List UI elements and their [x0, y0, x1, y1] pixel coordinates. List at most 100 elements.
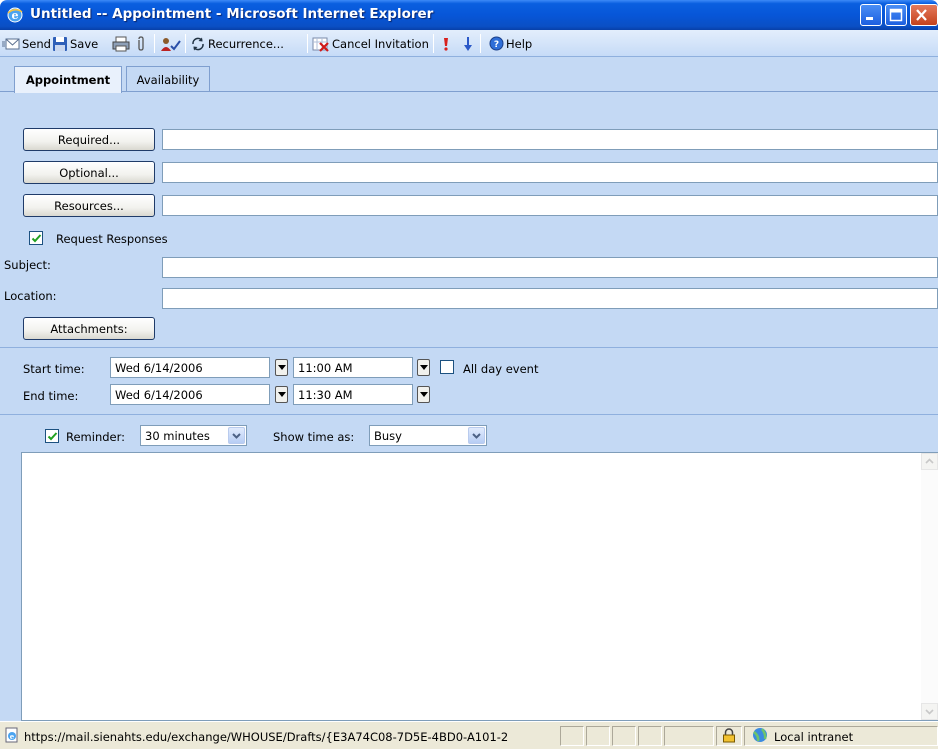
start-time-label: Start time:: [23, 362, 85, 376]
close-icon: [916, 9, 927, 21]
ie-icon: e: [7, 7, 23, 23]
scroll-up-button[interactable]: [921, 453, 938, 470]
minimize-icon: [866, 17, 873, 20]
chevron-down-icon: [278, 365, 286, 370]
optional-input[interactable]: [162, 162, 938, 183]
end-time-value: 11:30 AM: [298, 388, 353, 402]
help-label: Help: [506, 36, 533, 51]
tab-availability[interactable]: Availability: [126, 66, 210, 92]
location-input[interactable]: [162, 288, 938, 309]
save-label: Save: [70, 36, 99, 51]
separator: [0, 414, 938, 415]
title-bar[interactable]: e Untitled -- Appointment - Microsoft In…: [0, 0, 938, 30]
svg-text:e: e: [10, 732, 15, 741]
cancel-invitation-button[interactable]: Cancel Invitation: [312, 33, 429, 54]
start-date-value: Wed 6/14/2006: [115, 361, 203, 375]
status-url: https://mail.sienahts.edu/exchange/WHOUS…: [24, 730, 509, 744]
end-date-dropdown-button[interactable]: [275, 386, 288, 403]
help-button[interactable]: ? Help: [489, 33, 532, 54]
send-icon: [2, 38, 20, 49]
vertical-scrollbar[interactable]: [921, 453, 938, 720]
chevron-down-icon: [925, 709, 934, 715]
recurrence-label: Recurrence...: [208, 36, 284, 51]
tab-strip-border: [0, 91, 938, 92]
print-icon: [112, 36, 130, 51]
show-time-as-label: Show time as:: [273, 430, 355, 444]
status-panel: [560, 726, 584, 746]
toolbar: Send Save Recurrence... Cancel Invitatio…: [0, 30, 938, 57]
all-day-event-label: All day event: [463, 362, 539, 376]
subject-input[interactable]: [162, 257, 938, 278]
recurrence-button[interactable]: Recurrence...: [190, 33, 284, 54]
minimize-button[interactable]: [860, 4, 882, 26]
chevron-down-icon: [468, 427, 485, 444]
status-bar: e https://mail.sienahts.edu/exchange/WHO…: [0, 721, 938, 749]
attach-button[interactable]: [135, 33, 147, 54]
save-button[interactable]: Save: [52, 33, 98, 54]
lock-icon: [723, 728, 735, 743]
intranet-globe-icon: [753, 728, 767, 742]
request-responses-label: Request Responses: [56, 232, 168, 246]
low-importance-button[interactable]: [463, 33, 473, 54]
send-button[interactable]: Send: [2, 33, 51, 54]
start-date-field[interactable]: Wed 6/14/2006: [110, 357, 270, 378]
show-time-as-select[interactable]: Busy: [369, 425, 487, 446]
maximize-button[interactable]: [885, 4, 907, 26]
attachments-button[interactable]: Attachments:: [23, 317, 155, 340]
start-time-field[interactable]: 11:00 AM: [293, 357, 413, 378]
required-input[interactable]: [162, 129, 938, 150]
status-zone: Local intranet: [774, 730, 854, 744]
checkmark-icon: [47, 432, 58, 441]
status-panel: [638, 726, 662, 746]
resources-button[interactable]: Resources...: [23, 194, 155, 217]
all-day-event-checkbox[interactable]: [440, 360, 454, 374]
close-button[interactable]: [910, 4, 938, 26]
status-panel: [586, 726, 610, 746]
scroll-down-button[interactable]: [921, 703, 938, 720]
reminder-select[interactable]: 30 minutes: [140, 425, 247, 446]
check-names-icon: [161, 37, 181, 51]
print-button[interactable]: [112, 33, 130, 54]
request-responses-checkbox[interactable]: [29, 231, 43, 245]
status-panel: [612, 726, 636, 746]
cancel-invitation-label: Cancel Invitation: [332, 36, 429, 51]
resources-input[interactable]: [162, 195, 938, 216]
check-names-button[interactable]: [160, 33, 182, 54]
chevron-down-icon: [420, 365, 428, 370]
chevron-down-icon: [278, 392, 286, 397]
exclamation-icon: [444, 37, 448, 51]
chevron-down-icon: [228, 427, 245, 444]
paperclip-icon: [138, 35, 144, 51]
checkmark-icon: [31, 234, 42, 243]
send-label: Send: [22, 36, 51, 51]
end-date-field[interactable]: Wed 6/14/2006: [110, 384, 270, 405]
start-date-dropdown-button[interactable]: [275, 359, 288, 376]
page-icon: e: [5, 727, 18, 743]
save-icon: [53, 36, 67, 51]
reminder-label: Reminder:: [66, 430, 126, 444]
required-button[interactable]: Required...: [23, 128, 155, 151]
high-importance-button[interactable]: [441, 33, 451, 54]
help-icon: ?: [489, 36, 504, 51]
start-time-value: 11:00 AM: [298, 361, 353, 375]
message-body-textarea[interactable]: [21, 452, 938, 721]
end-date-value: Wed 6/14/2006: [115, 388, 203, 402]
show-time-as-value: Busy: [374, 429, 402, 443]
tab-appointment[interactable]: Appointment: [14, 66, 122, 93]
end-time-label: End time:: [23, 389, 79, 403]
reminder-checkbox[interactable]: [45, 429, 59, 443]
tab-appointment-label: Appointment: [25, 73, 111, 87]
optional-button[interactable]: Optional...: [23, 161, 155, 184]
start-time-dropdown-button[interactable]: [417, 359, 430, 376]
separator: [0, 347, 938, 348]
svg-text:?: ?: [494, 40, 499, 50]
status-panel: [664, 726, 714, 746]
down-arrow-icon: [464, 36, 472, 51]
cancel-invitation-icon: [312, 37, 329, 52]
subject-label: Subject:: [4, 258, 51, 272]
maximize-icon: [889, 8, 903, 22]
tab-availability-label: Availability: [136, 72, 200, 87]
recurrence-icon: [192, 37, 204, 50]
end-time-dropdown-button[interactable]: [417, 386, 430, 403]
end-time-field[interactable]: 11:30 AM: [293, 384, 413, 405]
